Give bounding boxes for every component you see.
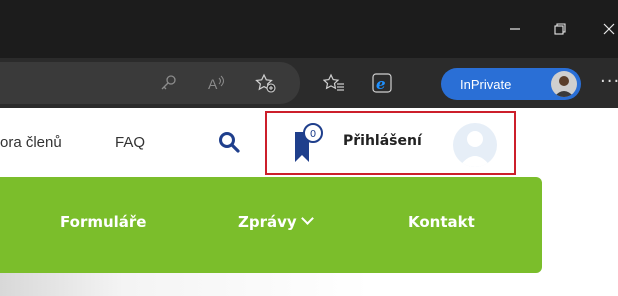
user-avatar xyxy=(453,123,497,167)
close-button[interactable] xyxy=(602,14,618,44)
svg-text:e: e xyxy=(376,75,386,93)
menu-item-zpravy[interactable]: Zprávy xyxy=(238,212,314,231)
restore-icon xyxy=(554,23,566,35)
svg-text:A: A xyxy=(208,76,218,92)
login-button[interactable]: 0 Přihlášení xyxy=(265,111,516,175)
menu-item-zpravy-label: Zprávy xyxy=(238,213,297,231)
profile-avatar xyxy=(551,71,577,97)
menu-item-formulare[interactable]: Formuláře xyxy=(60,213,146,231)
nav-faq[interactable]: FAQ xyxy=(115,134,145,151)
more-menu-button[interactable]: ··· xyxy=(600,73,618,91)
main-menu: Formuláře Zprávy Kontakt xyxy=(0,177,542,273)
favorites-icon[interactable] xyxy=(323,72,345,94)
browser-titlebar xyxy=(0,0,618,58)
site-header: ora členů FAQ 0 Přihlášení xyxy=(0,108,618,175)
add-favorite-icon[interactable] xyxy=(255,72,277,94)
close-icon xyxy=(603,23,615,35)
ribbon-badge-icon: 0 xyxy=(295,123,323,162)
inprivate-label: InPrivate xyxy=(460,76,512,92)
chevron-down-icon xyxy=(300,212,314,225)
menu-item-kontakt[interactable]: Kontakt xyxy=(408,213,475,231)
search-icon xyxy=(219,132,240,153)
hero-image-bottom xyxy=(0,273,618,296)
minimize-icon xyxy=(510,28,520,30)
restore-button[interactable] xyxy=(545,14,575,44)
search-button[interactable] xyxy=(217,130,241,154)
badge-count: 0 xyxy=(310,129,316,140)
nav-podpora-clenu[interactable]: ora členů xyxy=(0,134,62,151)
browser-toolbar: A e InPrivate ··· xyxy=(0,58,618,108)
ie-mode-icon[interactable]: e xyxy=(371,72,393,94)
key-icon[interactable] xyxy=(158,72,180,94)
inprivate-button[interactable]: InPrivate xyxy=(441,68,581,100)
read-aloud-icon[interactable]: A xyxy=(206,72,228,94)
minimize-button[interactable] xyxy=(500,14,530,44)
login-label: Přihlášení xyxy=(343,133,422,149)
